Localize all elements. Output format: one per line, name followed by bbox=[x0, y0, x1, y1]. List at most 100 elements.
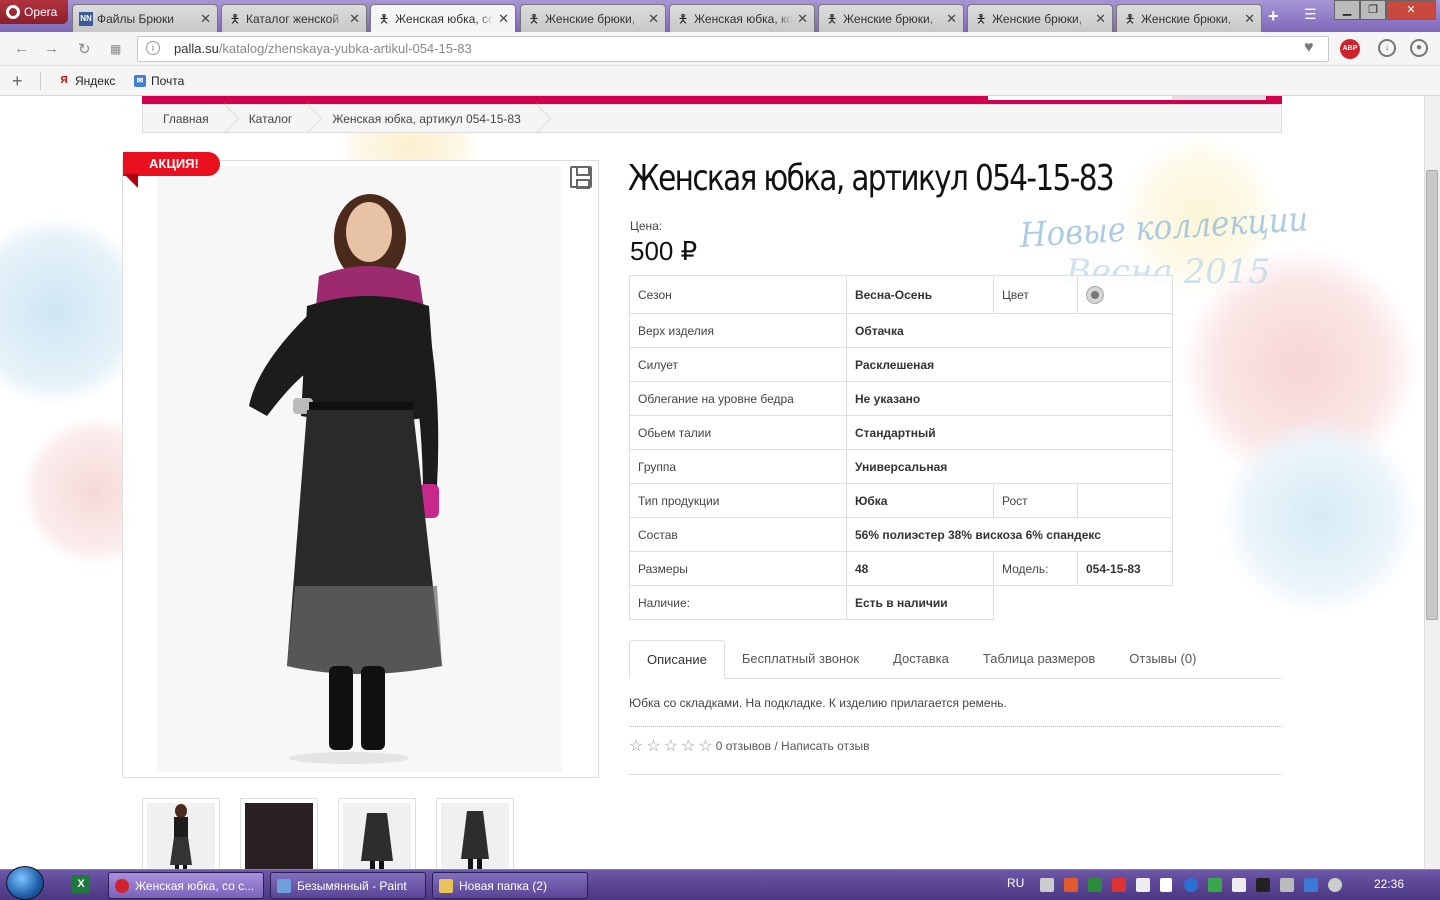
language-indicator[interactable]: RU bbox=[1007, 876, 1024, 890]
network-icon[interactable] bbox=[1328, 878, 1342, 892]
search-input[interactable] bbox=[988, 96, 1172, 100]
minimize-icon[interactable]: ▁ bbox=[1334, 0, 1360, 20]
tray-icon[interactable] bbox=[1088, 878, 1102, 892]
download-icon[interactable]: ↓ bbox=[1378, 39, 1396, 57]
browser-tab[interactable]: 🯅 Женские брюки, ✕ bbox=[1116, 4, 1262, 32]
browser-tab-active[interactable]: 🯅 Женская юбка, со ✕ bbox=[370, 4, 516, 32]
bookmarks-bar bbox=[0, 66, 1440, 96]
close-tab-icon[interactable]: ✕ bbox=[797, 11, 808, 27]
tray-icon[interactable] bbox=[1184, 878, 1198, 892]
maximize-icon[interactable]: ❐ bbox=[1360, 0, 1386, 20]
taskbar-item-opera[interactable]: Женская юбка, со с... bbox=[108, 872, 264, 899]
tab-description[interactable]: Описание bbox=[629, 640, 725, 679]
taskbar-item-folder[interactable]: Новая папка (2) bbox=[432, 872, 588, 899]
bookmark-label: Яндекс bbox=[75, 74, 116, 88]
opera-menu-button[interactable]: Opera bbox=[0, 0, 68, 24]
clock[interactable]: 22:36 bbox=[1374, 877, 1404, 891]
bookmark-yandex[interactable]: Я Яндекс bbox=[58, 74, 115, 88]
taskbar-item-paint[interactable]: Безымянный - Paint bbox=[270, 872, 426, 899]
close-tab-icon[interactable]: ✕ bbox=[349, 11, 360, 27]
tab-free-call[interactable]: Бесплатный звонок bbox=[725, 640, 876, 678]
new-tab-icon[interactable]: + bbox=[1268, 6, 1279, 27]
spec-key: Обьем талии bbox=[629, 415, 847, 450]
url-text[interactable]: palla.su/katalog/zhenskaya-yubka-artikul… bbox=[174, 41, 472, 56]
speed-dial-icon[interactable]: ▦ bbox=[110, 42, 121, 56]
search-button[interactable] bbox=[1172, 96, 1266, 100]
tab-menu-icon[interactable]: ☰ bbox=[1304, 6, 1317, 23]
excel-icon[interactable]: X bbox=[72, 875, 90, 893]
browser-tab[interactable]: 🯅 Каталог женской ✕ bbox=[221, 4, 367, 32]
spec-key: Облегание на уровне бедра bbox=[629, 381, 847, 416]
tab-size-table[interactable]: Таблица размеров bbox=[966, 640, 1112, 678]
spec-row: Верх изделия Обтачка bbox=[629, 313, 1173, 348]
opera-label: Opera bbox=[24, 5, 58, 19]
thumbnail-figure bbox=[361, 813, 393, 869]
thumbnail[interactable] bbox=[436, 798, 514, 869]
browser-tab[interactable]: 🯅 Женские брюки, ✕ bbox=[967, 4, 1113, 32]
spec-value: Весна-Осень bbox=[846, 275, 994, 314]
close-tab-icon[interactable]: ✕ bbox=[200, 11, 211, 27]
close-tab-icon[interactable]: ✕ bbox=[1095, 11, 1106, 27]
heart-icon[interactable]: ♥ bbox=[1304, 39, 1314, 57]
spec-value bbox=[1077, 483, 1173, 518]
color-swatch-icon[interactable] bbox=[1086, 285, 1104, 304]
reviews-link[interactable]: 0 отзывов / Написать отзыв bbox=[716, 739, 870, 753]
start-button[interactable] bbox=[6, 866, 44, 900]
close-tab-icon[interactable]: ✕ bbox=[648, 11, 659, 27]
browser-tab[interactable]: 🯅 Женские брюки, ✕ bbox=[818, 4, 964, 32]
star-icon: ☆ bbox=[629, 738, 644, 755]
tray-icon[interactable] bbox=[1256, 878, 1270, 892]
site-info-icon[interactable]: i bbox=[146, 41, 160, 55]
save-icon[interactable] bbox=[570, 166, 592, 189]
tray-icon[interactable] bbox=[1208, 878, 1222, 892]
paint-icon bbox=[277, 878, 291, 893]
tray-icon[interactable] bbox=[1112, 878, 1126, 892]
promo-badge: АКЦИЯ! bbox=[123, 152, 220, 176]
divider bbox=[629, 774, 1282, 775]
star-icon: ☆ bbox=[681, 738, 696, 755]
close-window-icon[interactable]: ✕ bbox=[1386, 0, 1436, 20]
breadcrumb-home[interactable]: Главная bbox=[143, 105, 229, 132]
spec-row: Размеры 48 Модель: 054-15-83 bbox=[629, 551, 1173, 586]
figures-favicon-icon: 🯅 bbox=[528, 11, 540, 26]
browser-tab-title: Женские брюки, bbox=[545, 11, 636, 26]
thumbnail[interactable] bbox=[142, 798, 220, 869]
close-tab-icon[interactable]: ✕ bbox=[946, 11, 957, 27]
add-bookmark-icon[interactable]: + bbox=[12, 71, 23, 92]
scrollbar-thumb[interactable] bbox=[1426, 170, 1438, 620]
browser-tab-title: Женские брюки, bbox=[843, 11, 934, 26]
signal-icon[interactable] bbox=[1160, 878, 1172, 892]
forward-icon[interactable]: → bbox=[44, 40, 59, 57]
taskbar-item-label: Новая папка (2) bbox=[459, 878, 547, 893]
spec-key: Размеры bbox=[629, 551, 847, 586]
close-tab-icon[interactable]: ✕ bbox=[498, 11, 509, 27]
reload-icon[interactable]: ↻ bbox=[78, 40, 91, 58]
thumbnail[interactable] bbox=[240, 798, 318, 869]
tab-delivery[interactable]: Доставка bbox=[876, 640, 966, 678]
tray-icon[interactable] bbox=[1304, 878, 1318, 892]
spec-key: Тип продукции bbox=[629, 483, 847, 518]
close-tab-icon[interactable]: ✕ bbox=[1244, 11, 1255, 27]
tray-icon[interactable] bbox=[1040, 878, 1054, 892]
bookmark-mail[interactable]: ✉ Почта bbox=[134, 74, 184, 88]
tray-icon[interactable] bbox=[1280, 878, 1294, 892]
browser-tab[interactable]: 🯅 Женская юбка, ко ✕ bbox=[669, 4, 815, 32]
tray-icon[interactable] bbox=[1064, 878, 1078, 892]
volume-icon[interactable] bbox=[1232, 878, 1246, 892]
spec-key: Модель: bbox=[993, 551, 1078, 586]
thumbnail[interactable] bbox=[338, 798, 416, 869]
product-photo[interactable] bbox=[157, 166, 562, 772]
tab-reviews[interactable]: Отзывы (0) bbox=[1112, 640, 1213, 678]
product-tabs: Описание Бесплатный звонок Доставка Табл… bbox=[629, 640, 1282, 679]
back-icon[interactable]: ← bbox=[14, 40, 29, 57]
browser-tab[interactable]: 🯅 Женские брюки, ✕ bbox=[520, 4, 666, 32]
tray-icon[interactable] bbox=[1136, 878, 1150, 892]
divider bbox=[629, 726, 1282, 727]
account-icon[interactable]: ● bbox=[1410, 39, 1428, 57]
adblock-icon[interactable]: ABP bbox=[1340, 39, 1360, 59]
figures-favicon-icon: 🯅 bbox=[229, 11, 241, 26]
breadcrumb-current[interactable]: Женская юбка, артикул 054-15-83 bbox=[312, 105, 540, 132]
browser-tab[interactable]: NN Файлы Брюки ✕ bbox=[72, 4, 218, 32]
opera-icon bbox=[115, 878, 129, 893]
breadcrumb-catalog[interactable]: Каталог bbox=[229, 105, 313, 132]
